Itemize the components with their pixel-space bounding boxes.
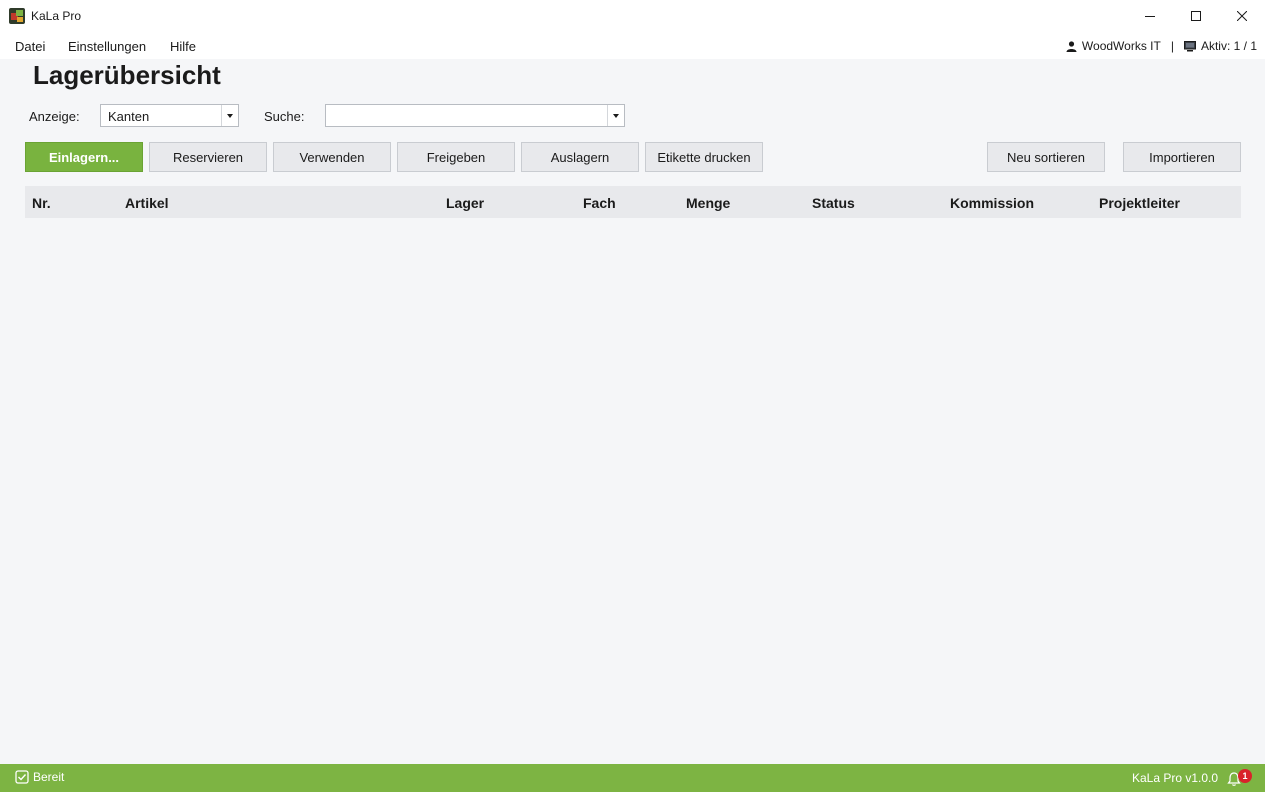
col-nr[interactable]: Nr. (32, 195, 51, 211)
anzeige-dropdown-arrow[interactable] (221, 105, 238, 126)
notification-badge: 1 (1238, 769, 1252, 783)
etikette-drucken-button[interactable]: Etikette drucken (645, 142, 763, 172)
app-version: KaLa Pro v1.0.0 (1132, 771, 1219, 785)
suche-label: Suche: (264, 109, 305, 124)
table-body[interactable] (25, 218, 1241, 763)
window-title: KaLa Pro (31, 9, 82, 23)
menu-einstellungen[interactable]: Einstellungen (68, 39, 146, 54)
importieren-button[interactable]: Importieren (1123, 142, 1241, 172)
anzeige-value: Kanten (108, 109, 150, 124)
app-logo-icon (9, 8, 25, 24)
col-menge[interactable]: Menge (686, 195, 730, 211)
neu-sortieren-button[interactable]: Neu sortieren (987, 142, 1105, 172)
title-bar: KaLa Pro (0, 0, 1265, 32)
status-text: Bereit (33, 770, 65, 784)
col-projektleiter[interactable]: Projektleiter (1099, 195, 1180, 211)
auslagern-button[interactable]: Auslagern (521, 142, 639, 172)
einlagern-button[interactable]: Einlagern... (25, 142, 143, 172)
monitor-icon (1183, 40, 1196, 51)
menu-hilfe[interactable]: Hilfe (170, 39, 196, 54)
checkbox-icon (15, 770, 29, 784)
table-header: Nr. Artikel Lager Fach Menge Status Komm… (25, 186, 1241, 218)
close-button[interactable] (1219, 0, 1265, 32)
col-fach[interactable]: Fach (583, 195, 616, 211)
anzeige-label: Anzeige: (29, 109, 80, 124)
suche-combobox[interactable] (325, 104, 625, 127)
user-name: WoodWorks IT (1081, 39, 1161, 53)
caret-down-icon (227, 113, 233, 118)
page-title: Lagerübersicht (33, 60, 221, 90)
caret-down-icon (613, 113, 619, 118)
reservieren-button[interactable]: Reservieren (149, 142, 267, 172)
user-separator: | (1170, 39, 1174, 53)
suche-dropdown-arrow[interactable] (607, 105, 624, 126)
anzeige-select[interactable]: Kanten (100, 104, 239, 127)
maximize-button[interactable] (1173, 0, 1219, 32)
minimize-icon (1145, 16, 1155, 17)
maximize-icon (1191, 11, 1201, 21)
verwenden-button[interactable]: Verwenden (273, 142, 391, 172)
active-sessions: Aktiv: 1 / 1 (1200, 39, 1257, 53)
user-icon (1066, 40, 1077, 52)
menu-bar: Datei Einstellungen Hilfe WoodWorks IT |… (0, 32, 1265, 59)
col-lager[interactable]: Lager (446, 195, 484, 211)
status-bar: Bereit KaLa Pro v1.0.0 (0, 764, 1265, 792)
minimize-button[interactable] (1127, 0, 1173, 32)
col-artikel[interactable]: Artikel (125, 195, 169, 211)
col-status[interactable]: Status (812, 195, 855, 211)
user-area: WoodWorks IT | Aktiv: 1 / 1 (1066, 39, 1257, 53)
freigeben-button[interactable]: Freigeben (397, 142, 515, 172)
menu-datei[interactable]: Datei (15, 39, 45, 54)
close-icon (1237, 11, 1247, 21)
status-indicator: Bereit (15, 770, 64, 784)
col-kommission[interactable]: Kommission (950, 195, 1034, 211)
